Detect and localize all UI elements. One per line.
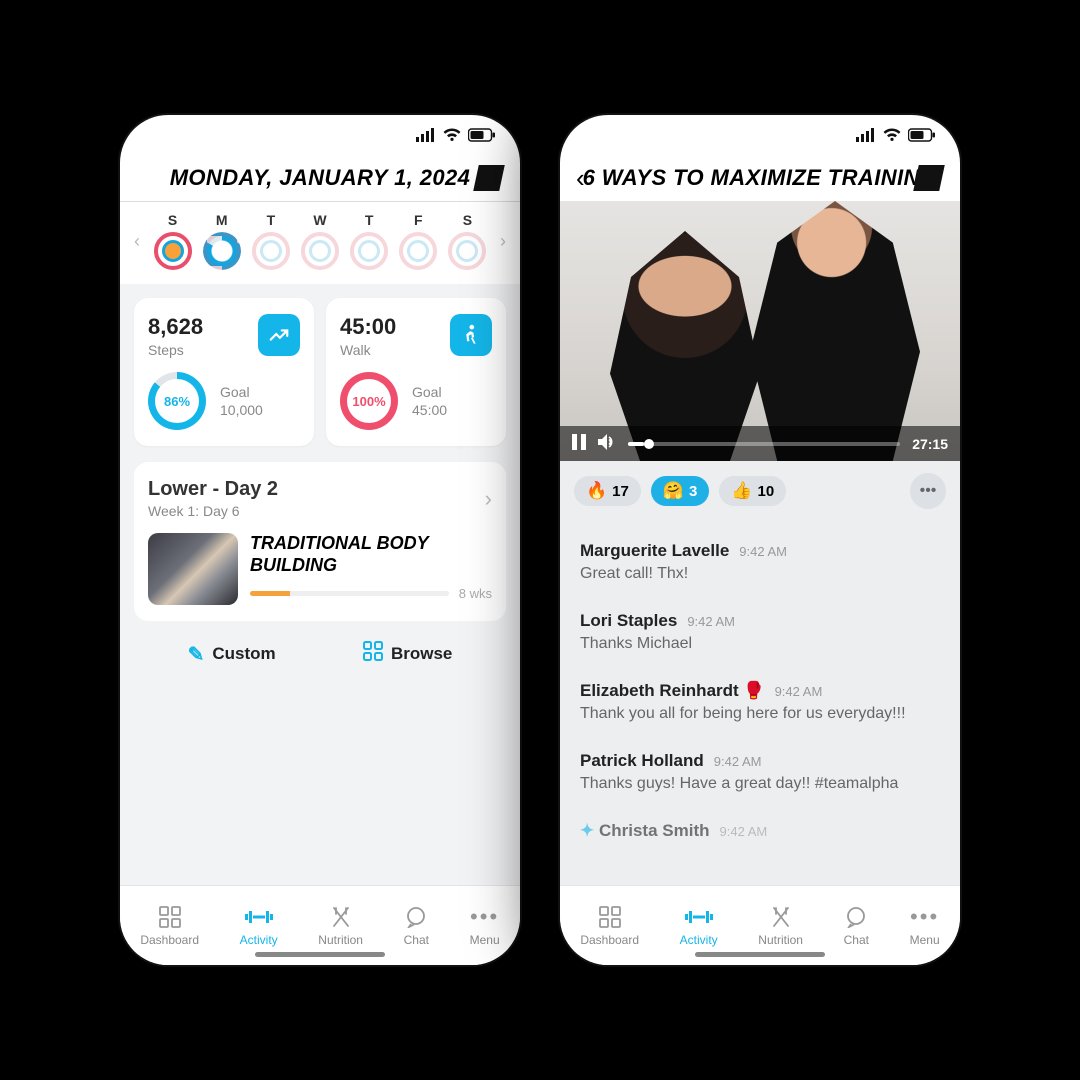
walking-icon[interactable] <box>450 314 492 356</box>
nav-menu[interactable]: ••• Menu <box>470 904 500 947</box>
comment-item[interactable]: Marguerite Lavelle9:42 AM Great call! Th… <box>580 527 940 597</box>
steps-card[interactable]: 8,628 Steps 86% Goal 10,000 <box>134 298 314 446</box>
status-bar <box>120 115 520 159</box>
nav-dashboard[interactable]: Dashboard <box>580 904 639 947</box>
barbell-icon <box>685 904 713 930</box>
browse-button[interactable]: Browse <box>363 641 452 667</box>
custom-button[interactable]: ✎ Custom <box>188 641 276 667</box>
video-title: 6 WAYS TO MAXIMIZE TRAINING <box>583 165 938 191</box>
back-button[interactable]: ‹ <box>576 163 585 194</box>
day-fri[interactable]: F <box>396 212 441 270</box>
week-strip[interactable]: ‹ S M T W T F S › <box>120 202 520 284</box>
brand-logo-icon[interactable] <box>913 165 945 191</box>
wifi-icon <box>442 128 462 147</box>
signal-icon <box>416 128 436 147</box>
day-mon[interactable]: M <box>199 212 244 270</box>
reaction-fire[interactable]: 🔥17 <box>574 476 641 506</box>
chat-icon <box>845 904 867 930</box>
program-progress-bar <box>250 591 449 596</box>
reaction-hug[interactable]: 🤗3 <box>651 476 710 506</box>
day-thu[interactable]: T <box>347 212 392 270</box>
action-row: ✎ Custom Browse <box>134 621 506 667</box>
walk-progress-ring: 100% <box>340 372 398 430</box>
chevron-right-icon[interactable]: › <box>494 231 512 252</box>
nav-activity[interactable]: Activity <box>680 904 718 947</box>
day-sat[interactable]: S <box>445 212 490 270</box>
workout-title: Lower - Day 2 <box>148 478 278 501</box>
main-content: 8,628 Steps 86% Goal 10,000 <box>120 284 520 885</box>
video-controls[interactable]: 27:15 <box>560 426 960 461</box>
dashboard-icon <box>159 904 181 930</box>
header: ‹ 6 WAYS TO MAXIMIZE TRAINING <box>560 159 960 201</box>
day-wed[interactable]: W <box>297 212 342 270</box>
barbell-icon <box>245 904 273 930</box>
steps-value: 8,628 <box>148 314 203 340</box>
video-person-2 <box>750 201 920 461</box>
steps-goal: Goal 10,000 <box>220 383 263 419</box>
walk-label: Walk <box>340 342 396 358</box>
more-icon: ••• <box>910 904 939 930</box>
nav-nutrition[interactable]: Nutrition <box>318 904 363 947</box>
chevron-left-icon[interactable]: ‹ <box>128 231 146 252</box>
chat-icon <box>405 904 427 930</box>
header: MONDAY, JANUARY 1, 2024 <box>120 159 520 201</box>
utensils-icon <box>330 904 352 930</box>
status-bar <box>560 115 960 159</box>
seek-bar[interactable] <box>628 442 900 446</box>
nav-dashboard[interactable]: Dashboard <box>140 904 199 947</box>
video-player[interactable]: 27:15 <box>560 201 960 461</box>
grid-icon <box>363 641 383 667</box>
comment-item[interactable]: Christa Smith9:42 AM <box>580 807 940 855</box>
battery-icon <box>908 128 936 147</box>
walk-card[interactable]: 45:00 Walk 100% Goal 45:00 <box>326 298 506 446</box>
workout-subtitle: Week 1: Day 6 <box>148 503 278 519</box>
battery-icon <box>468 128 496 147</box>
program-name: TRADITIONAL BODY BUILDING <box>250 533 492 576</box>
comment-item[interactable]: Patrick Holland9:42 AM Thanks guys! Have… <box>580 737 940 807</box>
phone-video: ‹ 6 WAYS TO MAXIMIZE TRAINING 27:15 🔥17 … <box>560 115 960 965</box>
video-time: 27:15 <box>912 436 948 452</box>
brand-logo-icon[interactable] <box>473 165 505 191</box>
nav-nutrition[interactable]: Nutrition <box>758 904 803 947</box>
nav-chat[interactable]: Chat <box>404 904 429 947</box>
more-icon: ••• <box>470 904 499 930</box>
comment-item[interactable]: Elizabeth Reinhardt 🥊9:42 AM Thank you a… <box>580 667 940 737</box>
more-reactions-button[interactable]: ••• <box>910 473 946 509</box>
nav-menu[interactable]: ••• Menu <box>910 904 940 947</box>
workout-thumb <box>148 533 238 605</box>
chevron-right-icon[interactable]: › <box>485 486 492 512</box>
wifi-icon <box>882 128 902 147</box>
comments-list[interactable]: Marguerite Lavelle9:42 AM Great call! Th… <box>560 521 960 885</box>
volume-icon[interactable] <box>598 434 616 453</box>
day-sun[interactable]: S <box>150 212 195 270</box>
home-indicator[interactable] <box>695 952 825 957</box>
signal-icon <box>856 128 876 147</box>
reaction-bar: 🔥17 🤗3 👍10 ••• <box>560 461 960 521</box>
walk-goal: Goal 45:00 <box>412 383 447 419</box>
utensils-icon <box>770 904 792 930</box>
pencil-icon: ✎ <box>188 642 205 667</box>
walk-value: 45:00 <box>340 314 396 340</box>
header-date: MONDAY, JANUARY 1, 2024 <box>170 165 471 191</box>
workout-card[interactable]: Lower - Day 2 Week 1: Day 6 › TRADITIONA… <box>134 462 506 621</box>
nav-chat[interactable]: Chat <box>844 904 869 947</box>
reaction-thumbs[interactable]: 👍10 <box>719 476 786 506</box>
comment-item[interactable]: Lori Staples9:42 AM Thanks Michael <box>580 597 940 667</box>
phone-activity: MONDAY, JANUARY 1, 2024 ‹ S M T W T F S … <box>120 115 520 965</box>
program-weeks: 8 wks <box>459 586 492 601</box>
steps-label: Steps <box>148 342 203 358</box>
nav-activity[interactable]: Activity <box>240 904 278 947</box>
home-indicator[interactable] <box>255 952 385 957</box>
day-tue[interactable]: T <box>248 212 293 270</box>
dashboard-icon <box>599 904 621 930</box>
pause-icon[interactable] <box>572 434 586 453</box>
steps-progress-ring: 86% <box>148 372 206 430</box>
trend-icon[interactable] <box>258 314 300 356</box>
